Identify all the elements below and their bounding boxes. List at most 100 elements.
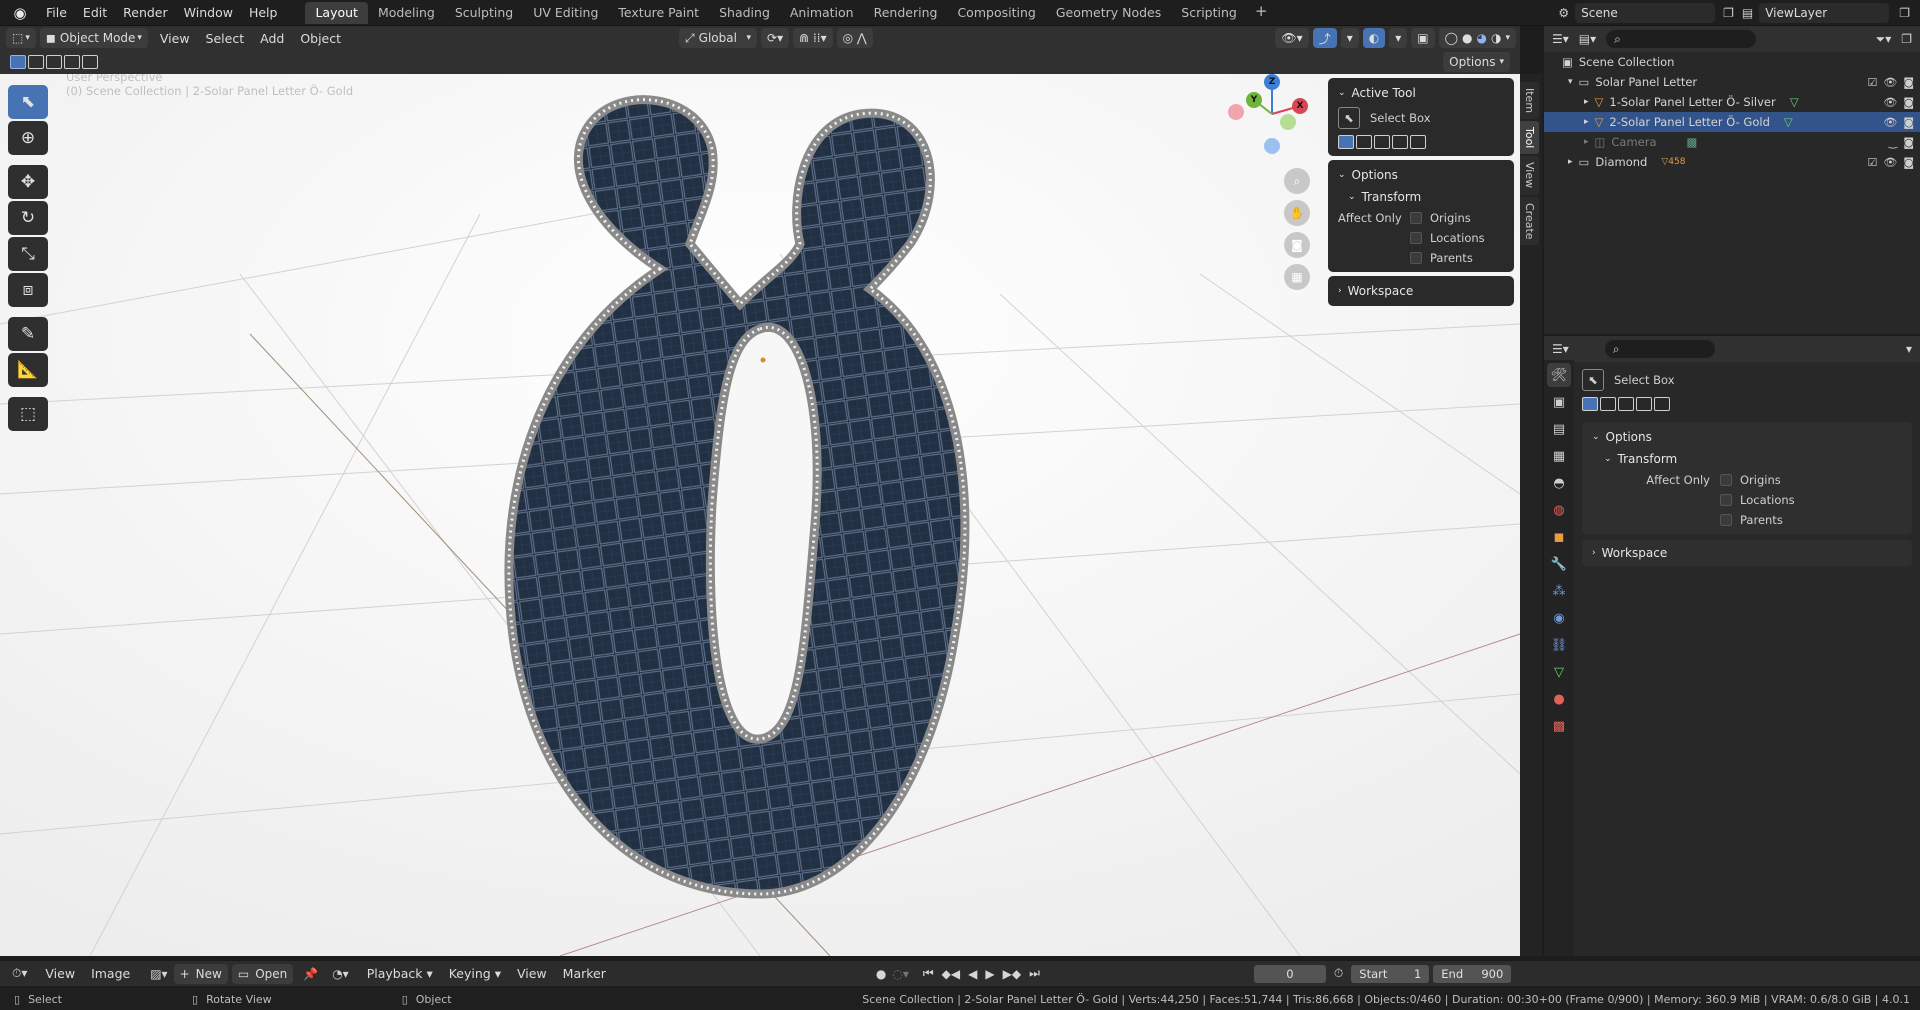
cursor-tool-icon[interactable]: ⊕ xyxy=(8,121,48,155)
filter-icon[interactable]: ⏷▾ xyxy=(1876,32,1892,47)
menu-render[interactable]: Render xyxy=(115,1,176,25)
list-item[interactable]: ▸ ▽ 1-Solar Panel Letter Ö- Silver ▽ 👁 ◙ xyxy=(1544,92,1920,112)
tool-properties-icon[interactable]: 🛠 xyxy=(1547,363,1571,387)
add-workspace-icon[interactable]: + xyxy=(1247,2,1276,24)
select-subtract-icon[interactable] xyxy=(1374,135,1390,149)
camera-icon[interactable]: ◙ xyxy=(1903,136,1914,149)
origins-checkbox[interactable] xyxy=(1410,212,1422,224)
stopwatch-icon[interactable]: ⏱ xyxy=(1334,966,1343,981)
tab-geometry-nodes[interactable]: Geometry Nodes xyxy=(1046,2,1171,24)
eye-icon[interactable]: 👁 xyxy=(1883,76,1897,89)
tab-uv-editing[interactable]: UV Editing xyxy=(523,2,608,24)
tab-texture-paint[interactable]: Texture Paint xyxy=(608,2,709,24)
tab-animation[interactable]: Animation xyxy=(780,2,864,24)
perspective-grid-icon[interactable]: ▦ xyxy=(1284,264,1310,290)
new-scene-icon[interactable]: ❐ xyxy=(1723,6,1734,20)
select-extend-icon[interactable] xyxy=(1356,135,1372,149)
camera-view-icon[interactable]: ◙ xyxy=(1284,232,1310,258)
menu-edit[interactable]: Edit xyxy=(75,1,115,25)
jump-end-icon[interactable]: ⏭ xyxy=(1029,966,1040,981)
snap-button[interactable]: ⋒ ⁞⁞▾ xyxy=(793,28,833,48)
props-options-header[interactable]: ⌄ Options xyxy=(1582,426,1912,448)
gizmo-y-axis[interactable]: Y xyxy=(1246,92,1262,108)
scale-tool-icon[interactable]: ⤡ xyxy=(8,237,48,271)
active-tool-header[interactable]: ⌄ Active Tool xyxy=(1328,82,1514,104)
select-new-icon[interactable] xyxy=(1582,397,1598,411)
keying-menu[interactable]: Keying ▾ xyxy=(441,966,509,981)
viewport-menu-view[interactable]: View xyxy=(152,31,198,46)
tab-item[interactable]: Item xyxy=(1520,82,1539,120)
move-tool-icon[interactable]: ✥ xyxy=(8,165,48,199)
output-properties-icon[interactable]: ▤ xyxy=(1547,417,1571,441)
props-workspace-header[interactable]: › Workspace xyxy=(1582,542,1912,564)
open-image-button[interactable]: ▭ Open xyxy=(231,963,294,984)
scene-properties-icon[interactable]: ◓ xyxy=(1547,471,1571,495)
select-intersect-icon[interactable] xyxy=(82,55,98,69)
select-extend-icon[interactable] xyxy=(1600,397,1616,411)
view-layer-properties-icon[interactable]: ▦ xyxy=(1547,444,1571,468)
overlay-toggle[interactable]: ◐ xyxy=(1362,28,1386,48)
timeline-view-menu[interactable]: View xyxy=(509,966,555,981)
chevron-right-icon[interactable]: ▸ xyxy=(1584,137,1589,147)
3d-viewport[interactable]: User Perspective (0) Scene Collection | … xyxy=(0,74,1520,956)
eye-icon[interactable]: 👁 xyxy=(1883,116,1897,129)
jump-keyframe-forward-icon[interactable]: ▶◆ xyxy=(1003,967,1021,981)
particles-properties-icon[interactable]: ⁂ xyxy=(1547,579,1571,603)
camera-icon[interactable]: ◙ xyxy=(1903,96,1914,109)
play-reverse-icon[interactable]: ◀ xyxy=(968,967,977,981)
add-cube-tool-icon[interactable]: ⬚ xyxy=(8,397,48,431)
display-mode-icon[interactable]: ▤▾ xyxy=(1579,32,1596,46)
outliner-search-input[interactable]: ⌕ xyxy=(1606,30,1757,48)
constraints-properties-icon[interactable]: ⛓ xyxy=(1547,633,1571,657)
view-layer-icon[interactable]: ▤ xyxy=(1742,6,1753,20)
xray-toggle[interactable]: ▣ xyxy=(1411,28,1435,48)
select-box-icon[interactable]: ⬉ xyxy=(1338,107,1360,129)
select-subtract-icon[interactable] xyxy=(46,55,62,69)
scene-selector[interactable]: Scene xyxy=(1575,2,1716,23)
shading-modes[interactable]: ◯ ● ◕ ◑ ▾ xyxy=(1438,28,1516,48)
outliner-editor-icon[interactable]: ☰▾ xyxy=(1552,32,1569,46)
new-image-button[interactable]: + New xyxy=(173,963,228,984)
gizmo-neg-y[interactable] xyxy=(1280,114,1296,130)
visibility-button[interactable]: 👁▾ xyxy=(1275,28,1309,48)
select-box-tool-icon[interactable]: ⬉ xyxy=(8,85,48,119)
list-item[interactable]: ▾ ▭ Solar Panel Letter ☑ 👁 ◙ xyxy=(1544,72,1920,92)
timeline-menu-image[interactable]: Image xyxy=(83,966,138,981)
tab-shading[interactable]: Shading xyxy=(709,2,780,24)
select-invert-icon[interactable] xyxy=(1636,397,1652,411)
navigation-gizmo[interactable]: Z X Y xyxy=(1228,74,1312,154)
editor-type-button[interactable]: ⬚ ▾ xyxy=(6,28,36,48)
zoom-icon[interactable]: ⌕ xyxy=(1284,168,1310,194)
camera-icon[interactable]: ◙ xyxy=(1903,76,1914,89)
props-transform-header[interactable]: ⌄ Transform xyxy=(1582,448,1912,470)
material-shading-icon[interactable]: ◕ xyxy=(1477,31,1487,45)
image-browse-icon[interactable]: ▨▾ xyxy=(150,967,167,981)
end-frame-field[interactable]: End 900 xyxy=(1433,964,1512,983)
select-invert-icon[interactable] xyxy=(64,55,80,69)
locations-checkbox[interactable] xyxy=(1410,232,1422,244)
select-invert-icon[interactable] xyxy=(1392,135,1408,149)
record-options-icon[interactable]: ◌▾ xyxy=(892,967,909,981)
menu-help[interactable]: Help xyxy=(241,1,286,25)
blender-logo-icon[interactable]: ◉ xyxy=(8,1,32,25)
texture-properties-icon[interactable]: ▩ xyxy=(1547,714,1571,738)
playback-mode-icon[interactable]: ◔▾ xyxy=(332,967,349,981)
timeline-menu-view[interactable]: View xyxy=(37,966,83,981)
marker-menu[interactable]: Marker xyxy=(555,966,614,981)
measure-tool-icon[interactable]: 📐 xyxy=(8,353,48,387)
record-icon[interactable]: ● xyxy=(876,967,886,981)
chevron-right-icon[interactable]: ▸ xyxy=(1584,97,1589,107)
tab-view[interactable]: View xyxy=(1520,156,1539,195)
start-frame-field[interactable]: Start 1 xyxy=(1351,964,1430,983)
options-dropdown[interactable]: Options ▾ xyxy=(1443,52,1510,72)
chevron-down-icon[interactable]: ▾ xyxy=(1906,342,1912,356)
viewport-menu-add[interactable]: Add xyxy=(252,31,292,46)
new-collection-icon[interactable]: ❐ xyxy=(1901,32,1912,46)
pivot-point-button[interactable]: ⟳▾ xyxy=(761,28,790,48)
gizmo-x-axis[interactable]: X xyxy=(1292,98,1308,114)
options-header[interactable]: ⌄ Options xyxy=(1328,164,1514,186)
menu-window[interactable]: Window xyxy=(176,1,241,25)
object-properties-icon[interactable]: ◼ xyxy=(1547,525,1571,549)
gizmo-neg-z[interactable] xyxy=(1264,138,1280,154)
select-subtract-icon[interactable] xyxy=(1618,397,1634,411)
